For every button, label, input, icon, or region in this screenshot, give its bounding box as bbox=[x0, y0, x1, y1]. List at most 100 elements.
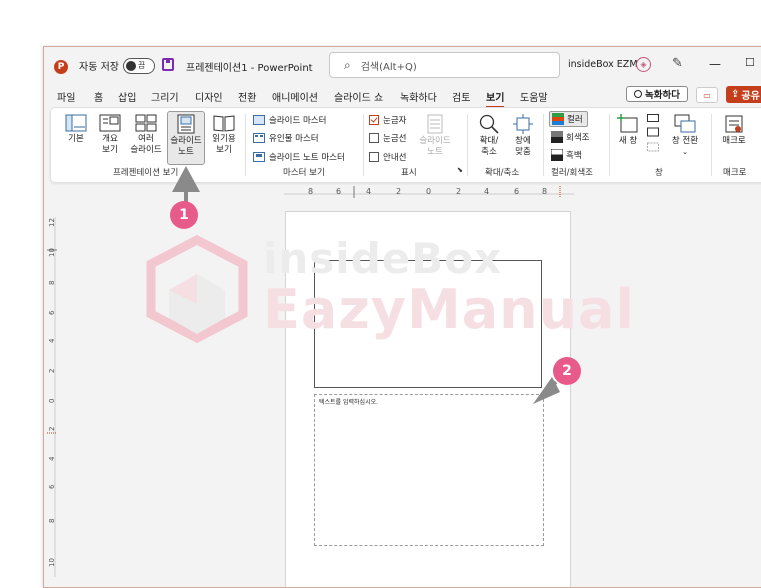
new-window-label: 새 창 bbox=[618, 136, 638, 146]
gridlines-checkbox[interactable]: 눈금선 bbox=[369, 132, 406, 144]
tab-review[interactable]: 검토 bbox=[452, 89, 470, 104]
tab-insert[interactable]: 삽입 bbox=[118, 89, 136, 104]
handout-master-button[interactable]: 유인물 마스터 bbox=[253, 132, 319, 144]
group-separator bbox=[609, 114, 610, 176]
ruler-v-tick: 0 bbox=[48, 399, 56, 403]
macros-button[interactable]: 매크로 bbox=[717, 114, 751, 147]
outline-view-button[interactable]: 개요 보기 bbox=[93, 114, 127, 156]
outline-label-1: 개요 bbox=[102, 134, 118, 144]
slide-sorter-button[interactable]: 여러 슬라이드 bbox=[127, 114, 165, 156]
zoom-button[interactable]: 확대/ 축소 bbox=[473, 114, 505, 158]
normal-view-button[interactable]: 기본 bbox=[59, 114, 93, 145]
fit-label-2: 맞춤 bbox=[515, 147, 531, 157]
group-label-window: 창 bbox=[655, 168, 663, 178]
pen-icon[interactable]: ✎ bbox=[672, 56, 683, 71]
notes-master-button[interactable]: 슬라이드 노트 마스터 bbox=[253, 151, 345, 163]
fit-to-window-button[interactable]: 창에 맞춤 bbox=[507, 114, 539, 158]
record-icon bbox=[634, 90, 643, 98]
switch-windows-button[interactable]: 창 전환 ⌄ bbox=[667, 114, 703, 158]
guides-checkbox[interactable]: 안내선 bbox=[369, 151, 406, 163]
ruler-v-tick: 6 bbox=[48, 484, 56, 489]
ruler-v-tick: 10 bbox=[48, 558, 56, 567]
notes-label-1: 슬라이드 bbox=[419, 136, 451, 146]
group-separator bbox=[363, 114, 364, 176]
grayscale-button[interactable]: 회색조 bbox=[551, 131, 589, 143]
tab-transitions[interactable]: 전환 bbox=[238, 89, 256, 104]
watermark-line1: insideBox bbox=[263, 234, 503, 283]
ribbon: 기본 개요 보기 여러 슬라이드 슬라이드 노트 읽기용 보기 프레젠테이션 보… bbox=[50, 107, 761, 183]
color-icon bbox=[552, 113, 564, 125]
group-separator bbox=[711, 114, 712, 176]
tab-draw[interactable]: 그리기 bbox=[151, 89, 179, 104]
share-button[interactable]: ⇪ 공유 bbox=[726, 86, 761, 103]
ruler-h-tick: 2 bbox=[456, 187, 461, 196]
black-white-icon bbox=[551, 149, 563, 161]
maximize-button[interactable]: ☐ bbox=[745, 56, 755, 69]
guides-check-icon bbox=[369, 152, 379, 162]
tab-design[interactable]: 디자인 bbox=[195, 89, 223, 104]
minimize-button[interactable]: — bbox=[709, 57, 721, 71]
tab-slideshow[interactable]: 슬라이드 쇼 bbox=[334, 89, 383, 104]
autosave-toggle[interactable]: 끔 bbox=[123, 58, 155, 74]
black-white-button[interactable]: 흑백 bbox=[551, 149, 582, 161]
ruler-h-tick: 6 bbox=[514, 187, 519, 196]
group-label-macros: 매크로 bbox=[723, 168, 747, 178]
normal-view-icon bbox=[65, 114, 87, 132]
magnifier-icon bbox=[479, 114, 499, 134]
notes-text-box[interactable]: 텍스트를 입력하십시오. bbox=[314, 394, 544, 546]
account-name[interactable]: insideBox EZM bbox=[568, 59, 638, 70]
new-window-button[interactable]: 새 창 bbox=[613, 114, 643, 147]
normal-view-label: 기본 bbox=[68, 134, 84, 144]
grayscale-icon bbox=[551, 131, 563, 143]
zoom-label-1: 확대/ bbox=[479, 136, 499, 146]
ruler-checkbox[interactable]: 눈금자 bbox=[369, 114, 406, 126]
show-dialog-launcher-icon[interactable]: ⬊ bbox=[457, 166, 463, 174]
color-button[interactable]: 컬러 bbox=[549, 111, 588, 127]
notes-placeholder: 텍스트를 입력하십시오. bbox=[319, 399, 379, 406]
notes-master-icon bbox=[253, 152, 265, 162]
tab-record[interactable]: 녹화하다 bbox=[400, 89, 437, 104]
slide-master-button[interactable]: 슬라이드 마스터 bbox=[253, 114, 326, 126]
group-label-color: 컬러/회색조 bbox=[551, 168, 593, 178]
ruler-h-tick: 4 bbox=[366, 187, 371, 196]
tab-animations[interactable]: 애니메이션 bbox=[272, 89, 318, 104]
group-label-presentation-views: 프레젠테이션 보기 bbox=[113, 168, 179, 178]
ruler-check-icon bbox=[369, 115, 379, 125]
ruler-v-tick: 8 bbox=[48, 519, 56, 523]
gridlines-label: 눈금선 bbox=[383, 134, 407, 144]
tab-view[interactable]: 보기 bbox=[486, 89, 505, 108]
slide-master-icon bbox=[253, 115, 265, 125]
comment-icon[interactable]: ▭ bbox=[696, 87, 718, 103]
ruler-h-tick: 6 bbox=[336, 187, 341, 196]
slide-master-label: 슬라이드 마스터 bbox=[269, 116, 327, 126]
search-input[interactable]: ⌕ 검색(Alt+Q) bbox=[329, 52, 560, 78]
record-button[interactable]: 녹화하다 bbox=[626, 86, 688, 102]
tab-file[interactable]: 파일 bbox=[57, 89, 75, 104]
switch-windows-icon bbox=[674, 114, 696, 133]
reading-view-button[interactable]: 읽기용 보기 bbox=[207, 114, 241, 156]
watermark: insideBox EazyManual bbox=[145, 230, 634, 350]
ruler-v-tick: 12 bbox=[48, 218, 56, 227]
switch-windows-label: 창 전환 bbox=[671, 136, 699, 146]
search-icon: ⌕ bbox=[344, 57, 351, 72]
arrange-all-icon[interactable] bbox=[645, 114, 661, 158]
ruler-v-tick: 4 bbox=[48, 338, 56, 343]
tab-home[interactable]: 홈 bbox=[94, 89, 103, 104]
save-icon[interactable] bbox=[162, 58, 174, 71]
ruler-v-tick: 2 bbox=[48, 369, 56, 373]
fit-window-icon bbox=[513, 114, 533, 134]
tab-help[interactable]: 도움말 bbox=[520, 89, 548, 104]
avatar-icon[interactable]: ◈ bbox=[636, 57, 651, 72]
notes-page-button[interactable]: 슬라이드 노트 bbox=[167, 114, 205, 158]
gridlines-check-icon bbox=[369, 133, 379, 143]
macro-icon bbox=[725, 115, 743, 133]
outline-view-icon bbox=[99, 114, 121, 132]
handout-master-label: 유인물 마스터 bbox=[269, 134, 319, 144]
powerpoint-logo-icon: P bbox=[54, 60, 68, 74]
fit-label-1: 창에 bbox=[515, 136, 531, 146]
share-label: 공유 bbox=[741, 91, 760, 102]
ruler-v-tick: 8 bbox=[48, 281, 56, 285]
search-placeholder: 검색(Alt+Q) bbox=[360, 61, 417, 73]
reading-label-2: 보기 bbox=[216, 145, 232, 155]
show-notes-button[interactable]: 슬라이드 노트 bbox=[417, 114, 453, 158]
